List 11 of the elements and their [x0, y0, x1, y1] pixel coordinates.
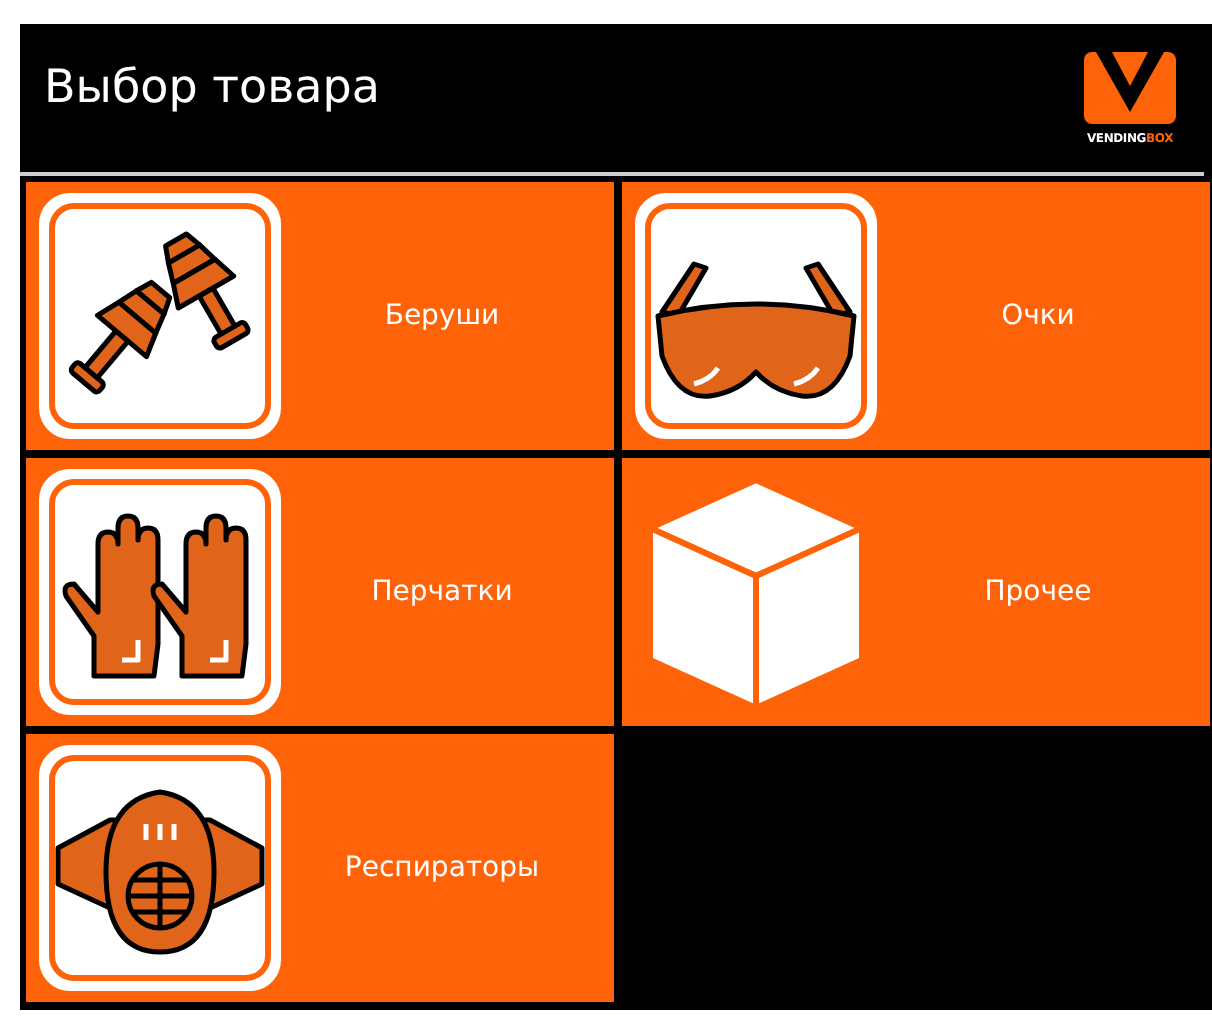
safety-glasses-icon: [634, 192, 878, 440]
category-tile[interactable]: Очки: [622, 182, 1210, 450]
earplugs-icon: [38, 192, 282, 440]
logo-icon: [1084, 51, 1176, 123]
respirator-icon: [38, 744, 282, 992]
category-tile[interactable]: Перчатки: [26, 458, 614, 726]
gloves-icon: [38, 468, 282, 716]
category-tile[interactable]: Беруши: [26, 182, 614, 450]
page-title: Выбор товара: [44, 62, 380, 114]
category-tile[interactable]: Респираторы: [26, 734, 614, 1002]
category-tile[interactable]: Прочее: [622, 458, 1210, 726]
